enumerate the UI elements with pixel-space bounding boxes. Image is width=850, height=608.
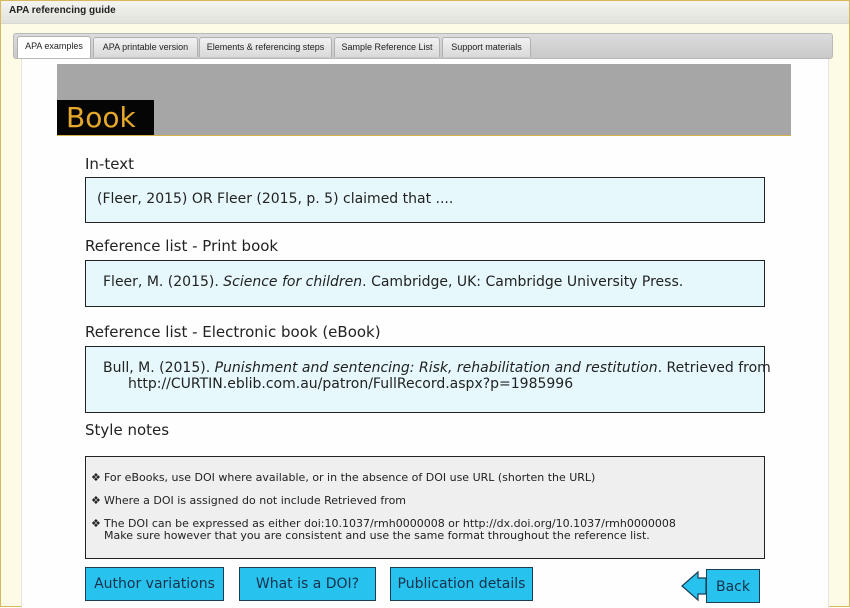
- style-note-item: ❖ For eBooks, use DOI where available, or…: [91, 471, 596, 484]
- diamond-bullet-icon: ❖: [91, 494, 101, 507]
- style-note-continuation: Make sure however that you are consisten…: [104, 529, 650, 542]
- window-title: APA referencing guide: [9, 5, 116, 16]
- print-book-title: Science for children: [223, 274, 363, 290]
- ebook-reference: Bull, M. (2015). Punishment and sentenci…: [103, 360, 771, 376]
- ebook-author-year: Bull, M. (2015).: [103, 360, 215, 376]
- publication-details-button[interactable]: Publication details: [390, 567, 533, 601]
- print-book-heading: Reference list - Print book: [85, 237, 279, 255]
- print-book-publisher: . Cambridge, UK: Cambridge University Pr…: [362, 274, 684, 290]
- back-button-label: Back: [716, 579, 751, 595]
- title-bar: APA referencing guide: [1, 1, 849, 24]
- app-window: APA referencing guide APA examples APA p…: [0, 0, 850, 608]
- style-notes-heading: Style notes: [85, 421, 170, 439]
- tab-sample-reference-list[interactable]: Sample Reference List: [334, 37, 440, 57]
- left-arrow-icon: [681, 570, 707, 602]
- in-text-example-box: (Fleer, 2015) OR Fleer (2015, p. 5) clai…: [85, 177, 765, 223]
- diamond-bullet-icon: ❖: [91, 517, 101, 530]
- what-is-doi-button[interactable]: What is a DOI?: [239, 567, 376, 601]
- page-title: Book: [57, 100, 154, 135]
- in-text-example: (Fleer, 2015) OR Fleer (2015, p. 5) clai…: [97, 191, 454, 207]
- print-book-reference: Fleer, M. (2015). Science for children. …: [103, 274, 683, 290]
- tab-apa-examples[interactable]: APA examples: [17, 36, 91, 58]
- tab-elements-referencing-steps[interactable]: Elements & referencing steps: [199, 37, 332, 57]
- ebook-url: http://CURTIN.eblib.com.au/patron/FullRe…: [128, 376, 574, 392]
- back-button[interactable]: Back: [681, 569, 761, 603]
- author-variations-button[interactable]: Author variations: [85, 567, 224, 601]
- print-book-example-box: Fleer, M. (2015). Science for children. …: [85, 260, 765, 307]
- tab-apa-printable-version[interactable]: APA printable version: [93, 37, 198, 57]
- diamond-bullet-icon: ❖: [91, 471, 101, 484]
- content-panel: Book In-text (Fleer, 2015) OR Fleer (201…: [21, 59, 829, 608]
- page-banner: Book: [57, 64, 791, 136]
- in-text-heading: In-text: [85, 155, 134, 173]
- tab-support-materials[interactable]: Support materials: [442, 37, 531, 57]
- ebook-title: Punishment and sentencing: Risk, rehabil…: [214, 360, 658, 376]
- ebook-example-box: Bull, M. (2015). Punishment and sentenci…: [85, 346, 771, 413]
- ebook-heading: Reference list - Electronic book (eBook): [85, 323, 381, 341]
- style-notes-box: ❖ For eBooks, use DOI where available, or…: [85, 456, 765, 559]
- tab-bar: APA examples APA printable version Eleme…: [13, 33, 833, 59]
- print-book-author-year: Fleer, M. (2015).: [103, 274, 224, 290]
- ebook-retrieved-from: . Retrieved from: [657, 360, 771, 376]
- style-note-item: ❖ Where a DOI is assigned do not include …: [91, 494, 407, 507]
